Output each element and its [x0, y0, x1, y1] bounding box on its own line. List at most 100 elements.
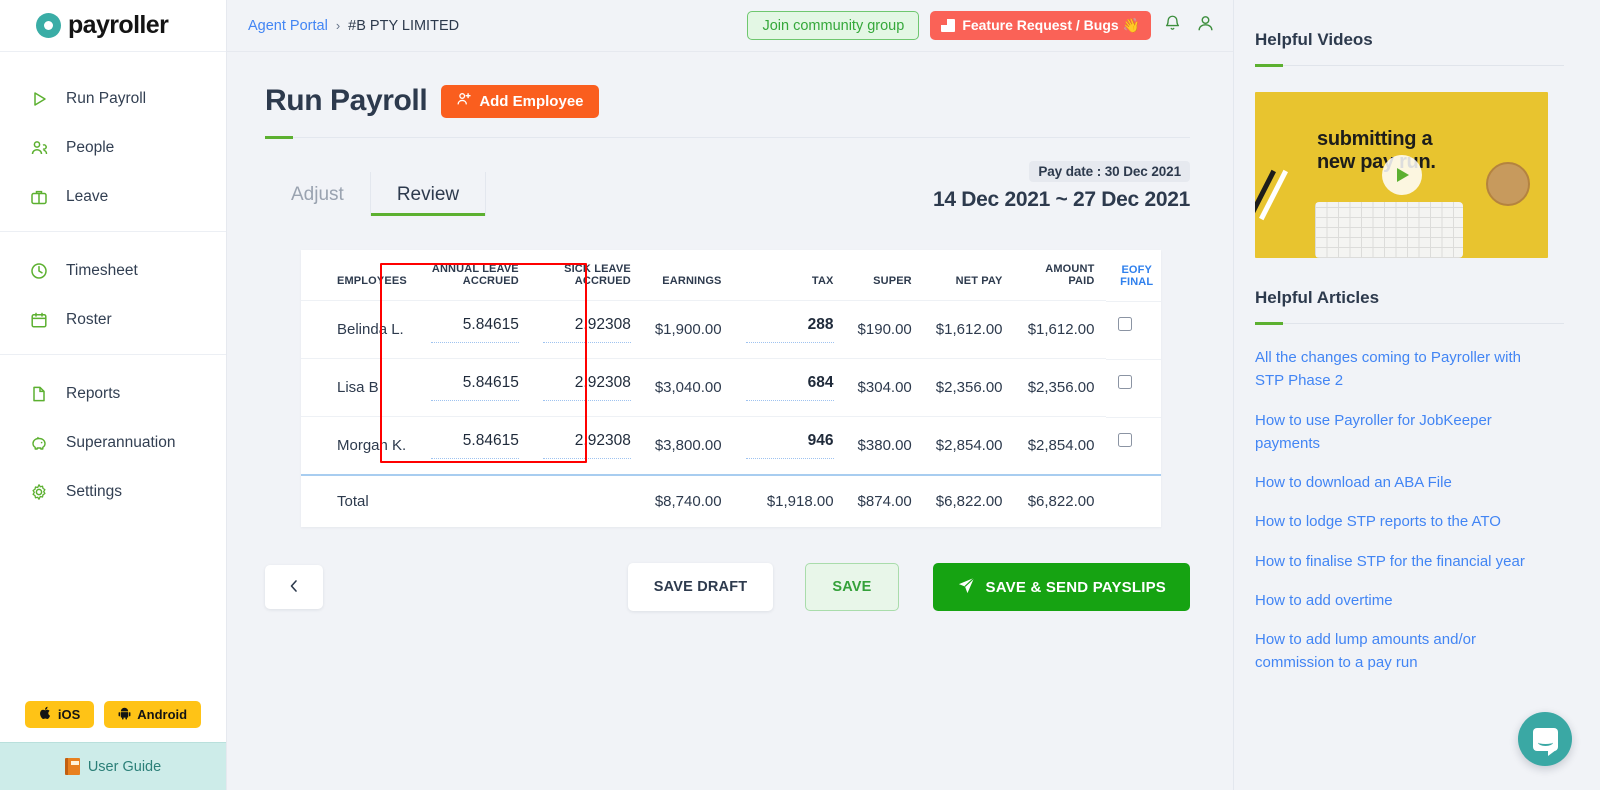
table-row: Belinda L. 5.84615 2.92308 $1,900.00 288…	[301, 300, 1161, 359]
helpful-video-thumbnail[interactable]: submitting a new pay run.	[1255, 92, 1548, 258]
brand-logo[interactable]: payroller	[0, 0, 226, 52]
article-link[interactable]: How to download an ABA File	[1255, 471, 1545, 494]
cell-annual-leave-accrued[interactable]: 5.84615	[418, 416, 531, 475]
cell-amount-paid: $1,612.00	[1014, 300, 1107, 359]
cell-tax[interactable]: 288	[733, 300, 846, 359]
articles-list: All the changes coming to Payroller with…	[1255, 346, 1564, 675]
eofy-final-checkbox[interactable]	[1118, 316, 1133, 331]
user-account-icon[interactable]	[1194, 12, 1217, 40]
cell-tax[interactable]: 684	[733, 358, 846, 417]
calendar-icon	[28, 309, 50, 331]
ios-label: iOS	[57, 707, 81, 722]
cell-total-net-pay: $6,822.00	[923, 474, 1015, 527]
article-link[interactable]: How to finalise STP for the financial ye…	[1255, 550, 1545, 573]
sidebar-item-superannuation[interactable]: Superannuation	[0, 418, 226, 467]
tax-value: 288	[745, 316, 834, 343]
col-earnings: EARNINGS	[642, 250, 734, 301]
sidebar-item-label: Superannuation	[66, 433, 176, 451]
cell-total-eofy	[1106, 474, 1161, 527]
cell-sick-leave-accrued[interactable]: 2.92308	[530, 300, 643, 359]
play-icon	[1397, 168, 1409, 182]
piggy-bank-icon	[28, 432, 50, 454]
cell-sick-leave-accrued[interactable]: 2.92308	[530, 416, 643, 475]
cell-eofy-final	[1106, 300, 1161, 353]
sidebar-item-roster[interactable]: Roster	[0, 295, 226, 344]
add-employee-button[interactable]: Add Employee	[441, 84, 599, 118]
android-download-button[interactable]: Android	[104, 701, 202, 728]
sidebar-item-label: Leave	[66, 187, 109, 205]
cell-earnings: $1,900.00	[642, 300, 734, 359]
cell-tax[interactable]: 946	[733, 416, 846, 475]
sick-leave-value: 2.92308	[542, 316, 631, 343]
cell-eofy-final	[1106, 416, 1161, 469]
sidebar-item-people[interactable]: People	[0, 123, 226, 172]
save-and-send-payslips-button[interactable]: SAVE & SEND PAYSLIPS	[932, 563, 1190, 611]
col-eofy-final: EOFY FINAL	[1106, 250, 1161, 301]
cell-total-earnings: $8,740.00	[642, 474, 734, 527]
col-net-pay: NET PAY	[923, 250, 1015, 301]
android-label: Android	[137, 707, 188, 722]
cell-net-pay: $2,356.00	[923, 358, 1015, 417]
table-total-row: Total $8,740.00 $1,918.00 $874.00 $6,822…	[301, 474, 1161, 527]
pay-date-chip: Pay date : 30 Dec 2021	[1029, 161, 1190, 182]
cell-annual-leave-accrued[interactable]: 5.84615	[418, 358, 531, 417]
cell-net-pay: $1,612.00	[923, 300, 1015, 359]
join-community-group-button[interactable]: Join community group	[747, 11, 920, 40]
article-link[interactable]: All the changes coming to Payroller with…	[1255, 346, 1545, 393]
main-scroll-area: Run Payroll Add Employee Adjust Review P…	[227, 52, 1233, 790]
user-guide-button[interactable]: User Guide	[0, 742, 226, 790]
articles-divider	[1255, 322, 1564, 325]
save-draft-button[interactable]: SAVE DRAFT	[627, 563, 774, 611]
eofy-final-checkbox[interactable]	[1118, 432, 1133, 447]
tab-adjust[interactable]: Adjust	[265, 172, 370, 216]
top-bar: Agent Portal › #B PTY LIMITED Join commu…	[227, 0, 1233, 52]
eofy-final-checkbox[interactable]	[1118, 374, 1133, 389]
sidebar-item-label: Settings	[66, 482, 123, 500]
save-send-label: SAVE & SEND PAYSLIPS	[985, 578, 1166, 596]
article-link[interactable]: How to lodge STP reports to the ATO	[1255, 510, 1545, 533]
chat-bubble-icon[interactable]	[1518, 712, 1572, 766]
sidebar-item-label: Timesheet	[66, 261, 138, 279]
cell-earnings: $3,800.00	[642, 416, 734, 475]
android-icon	[118, 706, 131, 723]
send-icon	[957, 576, 976, 599]
sidebar-item-timesheet[interactable]: Timesheet	[0, 246, 226, 295]
article-link[interactable]: How to add lump amounts and/or commissio…	[1255, 628, 1545, 675]
cell-total-super: $874.00	[845, 474, 924, 527]
helpful-videos-heading: Helpful Videos	[1255, 30, 1373, 49]
article-link[interactable]: How to use Payroller for JobKeeper payme…	[1255, 409, 1545, 456]
col-annual-leave-accrued: ANNUAL LEAVE ACCRUED	[418, 250, 531, 301]
sidebar-item-leave[interactable]: Leave	[0, 172, 226, 221]
article-link[interactable]: How to add overtime	[1255, 589, 1545, 612]
annual-leave-value: 5.84615	[430, 432, 519, 459]
ios-download-button[interactable]: iOS	[24, 701, 95, 728]
tab-review[interactable]: Review	[369, 172, 487, 216]
feature-request-bugs-button[interactable]: Feature Request / Bugs 👋	[930, 11, 1151, 40]
cell-employee: Belinda L.	[301, 300, 419, 359]
smile-shape	[1537, 739, 1553, 746]
notification-bell-icon[interactable]	[1162, 13, 1183, 39]
col-annual-leave-line2: ACCRUED	[462, 275, 519, 287]
document-icon	[28, 383, 50, 405]
breadcrumb-agent-portal[interactable]: Agent Portal	[248, 18, 328, 34]
cell-sick-leave-accrued[interactable]: 2.92308	[530, 358, 643, 417]
video-play-button[interactable]	[1381, 155, 1422, 195]
cell-total-tax: $1,918.00	[733, 474, 846, 527]
save-button[interactable]: SAVE	[805, 563, 899, 611]
col-sick-leave-line2: ACCRUED	[574, 275, 631, 287]
sidebar-item-run-payroll[interactable]: Run Payroll	[0, 74, 226, 123]
book-icon	[64, 758, 80, 775]
cell-super: $380.00	[845, 416, 924, 475]
flag-icon	[941, 19, 956, 32]
nav-group-time: Timesheet Roster	[0, 231, 226, 354]
clock-icon	[28, 260, 50, 282]
payroller-logo-icon	[36, 13, 61, 38]
videos-divider	[1255, 64, 1564, 67]
cell-annual-leave-accrued[interactable]: 5.84615	[418, 300, 531, 359]
breadcrumb-current: #B PTY LIMITED	[348, 17, 460, 34]
sidebar-item-settings[interactable]: Settings	[0, 467, 226, 516]
col-employees: EMPLOYEES	[301, 250, 419, 301]
play-icon	[28, 88, 50, 110]
back-button[interactable]	[265, 565, 323, 609]
sidebar-item-reports[interactable]: Reports	[0, 369, 226, 418]
